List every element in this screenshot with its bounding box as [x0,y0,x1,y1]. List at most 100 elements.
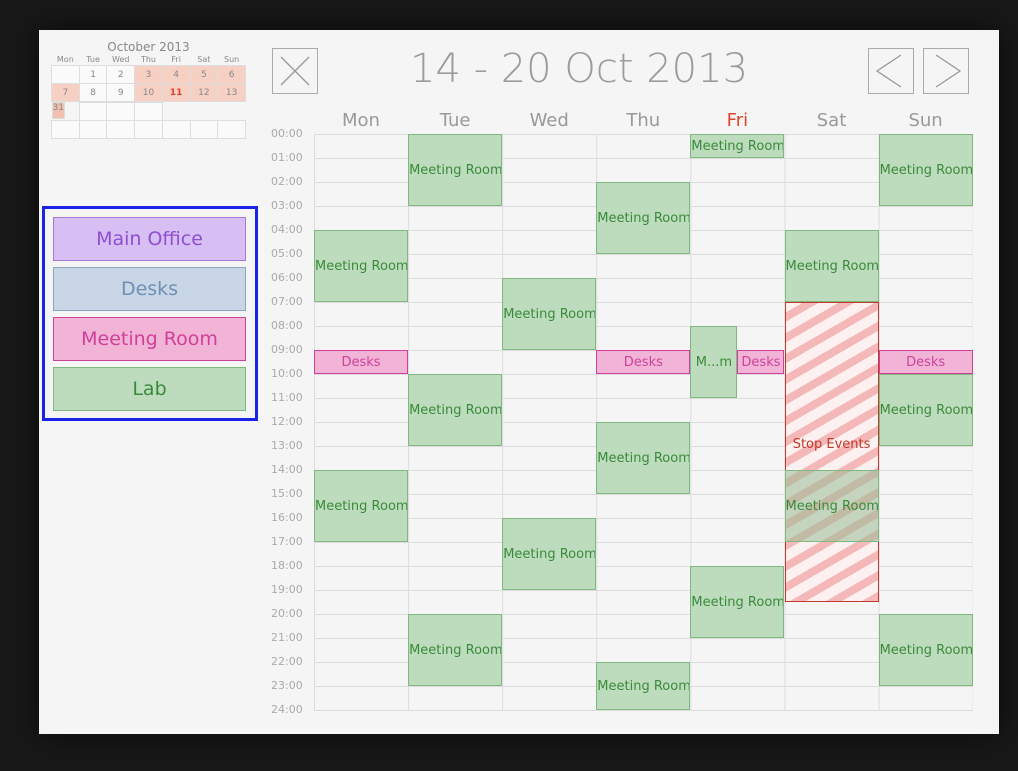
time-label: 15:00 [271,487,303,500]
legend-item-desks[interactable]: Desks [53,267,246,311]
close-button[interactable] [272,48,318,94]
mini-day-empty [51,65,80,84]
mini-day-empty [134,101,163,121]
time-label: 00:00 [271,127,303,140]
event-desks[interactable]: Desks [314,350,409,374]
event-meeting-room[interactable]: Meeting Room [408,374,503,446]
event-desks[interactable]: Desks [596,350,691,374]
event-meeting-room[interactable]: Meeting Room [408,134,503,206]
mini-day-9[interactable]: 9 [106,83,136,102]
mini-weekday: Thu [140,55,156,64]
close-icon [280,56,310,86]
time-label: 12:00 [271,415,303,428]
event-meeting-room[interactable]: Meeting Room [502,518,597,590]
mini-day-31[interactable]: 31 [51,102,65,119]
day-header-fri: Fri [726,110,749,131]
time-label: 23:00 [271,679,303,692]
legend-item-meeting-room[interactable]: Meeting Room [53,317,246,361]
event-meeting-room[interactable]: Meeting Room [314,230,409,302]
mini-day-3[interactable]: 3 [134,65,163,84]
legend-item-lab[interactable]: Lab [53,367,246,411]
resource-legend: Main Office Desks Meeting Room Lab [42,206,258,421]
day-header-tue: Tue [439,110,471,131]
mini-weekday: Mon [56,55,74,64]
mini-day-empty [161,119,191,139]
mini-weekday: Wed [112,55,130,64]
event-meeting-room[interactable]: Meeting Room [784,470,879,542]
event-meeting-room[interactable]: Meeting Room [408,614,503,686]
mini-calendar-grid: MonTueWedThuFriSatSun 123456789101112131… [51,54,246,139]
mini-day-2[interactable]: 2 [106,65,136,84]
time-label: 10:00 [271,367,303,380]
next-week-button[interactable] [923,48,969,94]
mini-day-1[interactable]: 1 [78,65,108,84]
day-header-sun: Sun [908,110,943,131]
mini-calendar-month: October 2013 [107,40,190,54]
event-meeting-room[interactable]: Meeting Room [596,422,691,494]
prev-week-button[interactable] [868,48,914,94]
mini-day-7[interactable]: 7 [51,83,80,102]
mini-weekday: Sat [197,55,211,64]
event-meeting-room[interactable]: Meeting Room [690,134,785,158]
stop-events-block[interactable]: Stop Events [784,302,879,602]
chevron-left-icon [875,54,902,88]
mini-day-6[interactable]: 6 [217,65,246,84]
time-label: 09:00 [271,343,303,356]
time-label: 04:00 [271,223,303,236]
mini-day-empty [106,119,136,139]
mini-day-4[interactable]: 4 [161,65,191,84]
event-desks[interactable]: Desks [737,350,785,374]
week-grid[interactable]: Stop Events Meeting Room Desks Meeting Room… [314,134,973,711]
legend-item-main-office[interactable]: Main Office [53,217,246,261]
mini-day-empty [189,119,219,139]
mini-day-empty [51,119,80,139]
event-meeting-room[interactable]: Meeting Room [690,566,785,638]
mini-day-8[interactable]: 8 [78,83,108,102]
event-desks[interactable]: Desks [878,350,973,374]
mini-day-empty [78,119,108,139]
mini-calendar: October 2013 Mon Tue Wed Thu Fri Sat Sun 12345… [51,40,246,139]
mini-day-11[interactable]: 11 [161,83,191,102]
event-meeting-room[interactable]: Meeting Room [878,614,973,686]
time-label: 17:00 [271,535,303,548]
mini-weekday: Fri [171,55,181,64]
mini-weekday: Sun [224,55,240,64]
time-label: 02:00 [271,175,303,188]
time-label: 08:00 [271,319,303,332]
mini-day-empty [78,101,108,121]
event-meeting-room[interactable]: Meeting Room [878,374,973,446]
mini-day-empty [217,119,246,139]
time-label: 19:00 [271,583,303,596]
event-meeting-room[interactable]: Meeting Room [784,230,879,302]
screen-frame: October 2013 Mon Tue Wed Thu Fri Sat Sun 12345… [0,0,1018,771]
event-meeting-room[interactable]: M...m [690,326,738,398]
time-label: 14:00 [271,463,303,476]
day-header-sat: Sat [816,110,847,131]
mini-day-5[interactable]: 5 [189,65,219,84]
mini-day-13[interactable]: 13 [217,83,246,102]
mini-weekday: Tue [86,55,100,64]
event-meeting-room[interactable]: Meeting Room [596,182,691,254]
time-label: 24:00 [271,703,303,716]
mini-day-12[interactable]: 12 [189,83,219,102]
time-label: 16:00 [271,511,303,524]
time-label: 05:00 [271,247,303,260]
time-label: 07:00 [271,295,303,308]
time-label: 20:00 [271,607,303,620]
event-meeting-room[interactable]: Meeting Room [314,470,409,542]
chevron-right-icon [935,54,962,88]
event-meeting-room[interactable]: Meeting Room [878,134,973,206]
time-label: 11:00 [271,391,303,404]
time-label: 21:00 [271,631,303,644]
event-meeting-room[interactable]: Meeting Room [502,278,597,350]
week-title: 14 - 20 Oct 2013 [409,46,749,92]
day-header-mon: Mon [342,110,380,131]
mini-day-empty [134,119,163,139]
event-meeting-room[interactable]: Meeting Room [596,662,691,710]
time-label: 03:00 [271,199,303,212]
time-label: 06:00 [271,271,303,284]
mini-day-10[interactable]: 10 [134,83,163,102]
time-label: 01:00 [271,151,303,164]
day-header-wed: Wed [529,110,569,131]
mini-day-empty [106,101,136,121]
